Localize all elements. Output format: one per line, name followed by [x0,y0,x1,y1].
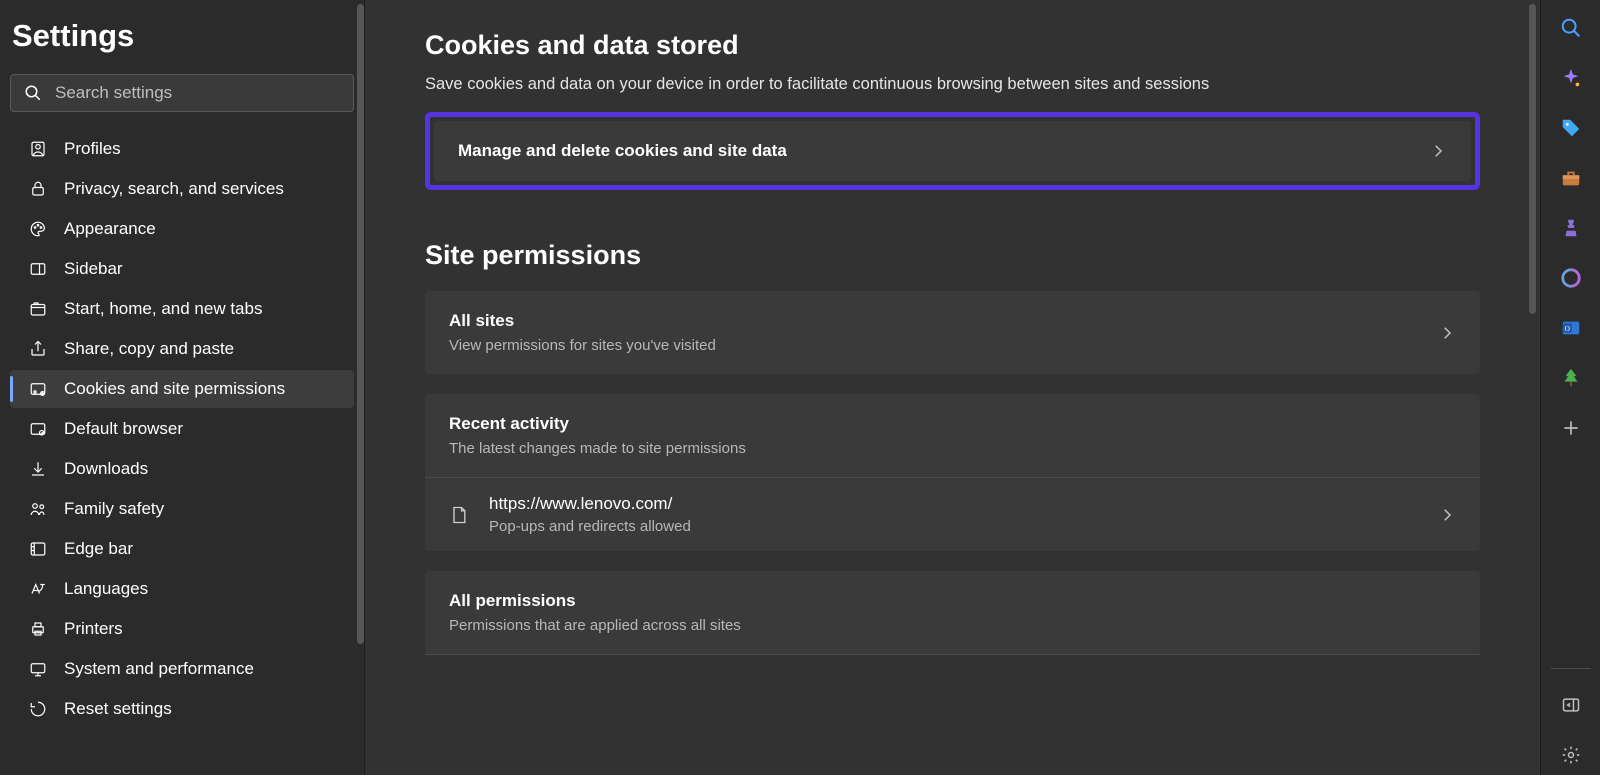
nav-label: Start, home, and new tabs [64,299,262,319]
tabs-icon [28,299,48,319]
edge-sidebar: O [1540,0,1600,775]
all-sites-card[interactable]: All sites View permissions for sites you… [425,291,1480,374]
nav-label: Languages [64,579,148,599]
rb-divider [1551,668,1591,669]
profile-icon [28,139,48,159]
all-sites-title: All sites [449,311,716,331]
rb-tag-icon[interactable] [1551,108,1591,148]
browser-icon [28,419,48,439]
family-icon [28,499,48,519]
share-icon [28,339,48,359]
nav-privacy[interactable]: Privacy, search, and services [10,170,354,208]
nav-label: Appearance [64,219,156,239]
settings-sidebar: Settings Profiles Privacy, search, and s… [0,0,365,775]
site-permissions-heading: Site permissions [425,240,1480,271]
all-permissions-desc: Permissions that are applied across all … [449,617,741,634]
recent-item[interactable]: https://www.lenovo.com/ Pop-ups and redi… [425,478,1480,551]
lock-icon [28,179,48,199]
nav-edge-bar[interactable]: Edge bar [10,530,354,568]
rb-gear-icon[interactable] [1551,735,1591,775]
rb-search-icon[interactable] [1551,8,1591,48]
highlighted-frame: Manage and delete cookies and site data [425,112,1480,190]
recent-activity-card: Recent activity The latest changes made … [425,394,1480,551]
search-box[interactable] [10,74,354,112]
nav-label: Default browser [64,419,183,439]
all-sites-desc: View permissions for sites you've visite… [449,337,716,354]
nav-default-browser[interactable]: Default browser [10,410,354,448]
nav-share[interactable]: Share, copy and paste [10,330,354,368]
chevron-right-icon [1438,506,1456,524]
nav-profiles[interactable]: Profiles [10,130,354,168]
nav-appearance[interactable]: Appearance [10,210,354,248]
chevron-right-icon [1429,142,1447,160]
rb-sparkle-icon[interactable] [1551,58,1591,98]
all-permissions-card: All permissions Permissions that are app… [425,571,1480,655]
nav-label: Downloads [64,459,148,479]
rb-plus-icon[interactable] [1551,408,1591,448]
settings-nav: Profiles Privacy, search, and services A… [10,130,354,728]
nav-family[interactable]: Family safety [10,490,354,528]
nav-languages[interactable]: Languages [10,570,354,608]
palette-icon [28,219,48,239]
recent-url: https://www.lenovo.com/ [489,494,1418,514]
cookies-icon [28,379,48,399]
edgebar-icon [28,539,48,559]
cookies-subheading: Save cookies and data on your device in … [425,75,1480,94]
download-icon [28,459,48,479]
chevron-right-icon [1438,324,1456,342]
nav-label: Reset settings [64,699,172,719]
page-icon [449,505,469,525]
cookies-heading: Cookies and data stored [425,30,1480,61]
sidebar-scrollbar[interactable] [357,4,364,644]
sidebar-icon [28,259,48,279]
printer-icon [28,619,48,639]
nav-label: Edge bar [64,539,133,559]
languages-icon [28,579,48,599]
search-icon [23,83,43,103]
main-content: Cookies and data stored Save cookies and… [365,0,1540,775]
recent-desc: The latest changes made to site permissi… [449,440,746,457]
nav-label: Cookies and site permissions [64,379,285,399]
manage-cookies-label: Manage and delete cookies and site data [458,141,787,161]
svg-text:O: O [1564,324,1569,333]
nav-label: Privacy, search, and services [64,179,284,199]
nav-label: Profiles [64,139,121,159]
nav-reset[interactable]: Reset settings [10,690,354,728]
page-title: Settings [12,18,354,54]
manage-cookies-row[interactable]: Manage and delete cookies and site data [434,121,1471,181]
rb-toolbox-icon[interactable] [1551,158,1591,198]
nav-label: Printers [64,619,123,639]
rb-tree-icon[interactable] [1551,358,1591,398]
search-input[interactable] [55,83,341,103]
rb-panel-icon[interactable] [1551,685,1591,725]
recent-title: Recent activity [449,414,746,434]
nav-cookies[interactable]: Cookies and site permissions [10,370,354,408]
rb-office-icon[interactable] [1551,258,1591,298]
nav-sidebar[interactable]: Sidebar [10,250,354,288]
nav-label: Sidebar [64,259,123,279]
rb-chess-icon[interactable] [1551,208,1591,248]
nav-start-home[interactable]: Start, home, and new tabs [10,290,354,328]
nav-label: System and performance [64,659,254,679]
rb-outlook-icon[interactable]: O [1551,308,1591,348]
main-scrollbar[interactable] [1529,4,1536,314]
nav-label: Family safety [64,499,164,519]
recent-perm-desc: Pop-ups and redirects allowed [489,518,1418,535]
all-permissions-title: All permissions [449,591,741,611]
nav-printers[interactable]: Printers [10,610,354,648]
system-icon [28,659,48,679]
reset-icon [28,699,48,719]
nav-downloads[interactable]: Downloads [10,450,354,488]
nav-label: Share, copy and paste [64,339,234,359]
divider [425,654,1480,655]
nav-system[interactable]: System and performance [10,650,354,688]
